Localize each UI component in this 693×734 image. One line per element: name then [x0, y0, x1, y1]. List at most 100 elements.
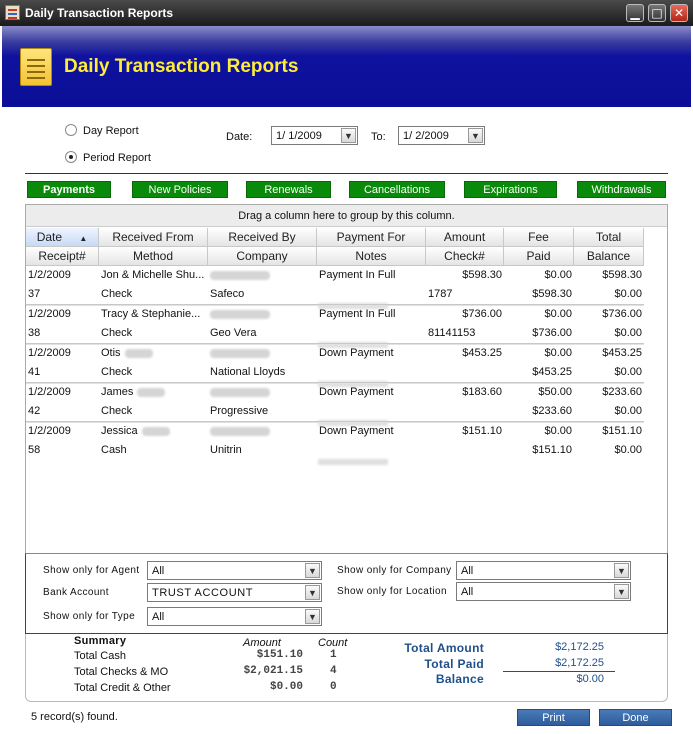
table-cell-check: [426, 402, 504, 421]
column-header-check[interactable]: Check#: [426, 247, 504, 266]
filter-panel: Show only for Agent All ▼ Bank Account T…: [25, 553, 668, 634]
tab-withdrawals[interactable]: Withdrawals: [577, 181, 666, 198]
table-cell-fee: $50.00: [504, 383, 574, 402]
done-button[interactable]: Done: [599, 709, 672, 726]
summary-label: Total Cash: [74, 650, 126, 662]
column-header-notes[interactable]: Notes: [317, 247, 426, 266]
chevron-down-icon[interactable]: ▼: [614, 584, 629, 599]
column-header-received-by[interactable]: Received By: [208, 228, 317, 247]
cell-text: Payment In Full: [319, 308, 396, 320]
column-header-date[interactable]: Date ▲: [26, 228, 99, 247]
table-row[interactable]: 1/2/2009 Tracy & Stephanie... Payment In F…: [26, 304, 644, 348]
table-cell-fee: $0.00: [504, 422, 574, 441]
table-cell-payment_for: Payment In Full: [317, 266, 426, 285]
table-cell-method: Check: [99, 285, 208, 304]
to-label: To:: [371, 131, 386, 143]
cell-text: $50.00: [538, 386, 572, 398]
cell-text: $0.00: [544, 347, 572, 359]
table-cell-by: [208, 383, 317, 402]
cell-text: $0.00: [614, 366, 642, 378]
summary-amount-header: Amount: [243, 637, 281, 649]
column-header-fee[interactable]: Fee: [504, 228, 574, 247]
redacted-agent: [210, 348, 270, 358]
table-cell-date: 1/2/2009: [26, 383, 99, 402]
table-cell-company: Progressive: [208, 402, 317, 421]
minimize-icon[interactable]: ▁: [626, 4, 644, 22]
location-filter-label: Show only for Location: [337, 586, 447, 597]
column-header-balance[interactable]: Balance: [574, 247, 644, 266]
cell-text: Payment In Full: [319, 269, 396, 281]
company-filter-select[interactable]: All ▼: [456, 561, 631, 580]
table-cell-receipt: 37: [26, 285, 99, 304]
agent-filter-value: All: [152, 565, 165, 577]
table-row[interactable]: 1/2/2009 Jessica Down Payment $151.10 $0.00 $…: [26, 421, 644, 465]
column-header-payment-for[interactable]: Payment For: [317, 228, 426, 247]
date-to-value: 1/ 2/2009: [403, 130, 449, 142]
table-cell-notes: [317, 363, 426, 382]
table-cell-balance: $0.00: [574, 363, 644, 382]
table-cell-paid: $151.10: [504, 441, 574, 460]
table-cell-payment_for: Down Payment: [317, 422, 426, 441]
cell-text: $0.00: [614, 405, 642, 417]
period-report-radio[interactable]: [65, 151, 77, 163]
window-title-bar[interactable]: Daily Transaction Reports ▁ □ ✕: [0, 0, 693, 26]
tab-new-policies[interactable]: New Policies: [132, 181, 228, 198]
table-cell-total: $598.30: [574, 266, 644, 285]
table-cell-date: 1/2/2009: [26, 344, 99, 363]
table-cell-amount: $183.60: [426, 383, 504, 402]
agent-filter-select[interactable]: All ▼: [147, 561, 322, 580]
cell-text: $453.25: [602, 347, 642, 359]
cell-text: $151.10: [532, 444, 572, 456]
cell-text: Jessica: [101, 425, 138, 437]
table-cell-paid: $598.30: [504, 285, 574, 304]
chevron-down-icon[interactable]: ▼: [305, 585, 320, 600]
period-report-label: Period Report: [83, 152, 151, 164]
tab-expirations[interactable]: Expirations: [464, 181, 557, 198]
location-filter-value: All: [461, 586, 474, 598]
print-button[interactable]: Print: [517, 709, 590, 726]
date-label: Date:: [226, 131, 253, 143]
group-by-hint[interactable]: Drag a column here to group by this colu…: [26, 205, 667, 227]
column-header-receipt[interactable]: Receipt#: [26, 247, 99, 266]
transactions-grid[interactable]: Drag a column here to group by this colu…: [25, 204, 668, 554]
chevron-down-icon[interactable]: ▼: [614, 563, 629, 578]
tab-renewals[interactable]: Renewals: [246, 181, 331, 198]
column-header-method[interactable]: Method: [99, 247, 208, 266]
cell-text: Check: [101, 288, 133, 300]
cell-text: $0.00: [614, 444, 642, 456]
close-icon[interactable]: ✕: [670, 4, 688, 22]
bank-account-label: Bank Account: [43, 587, 109, 598]
column-header-company[interactable]: Company: [208, 247, 317, 266]
summary-label: Total Checks & MO: [74, 666, 169, 678]
day-report-radio[interactable]: [65, 124, 77, 136]
cell-text: $151.10: [602, 425, 642, 437]
table-row[interactable]: 1/2/2009 Otis Down Payment $453.25 $0.00 $453…: [26, 343, 644, 387]
redacted-surname: [137, 387, 166, 397]
table-cell-amount: $453.25: [426, 344, 504, 363]
column-header-total[interactable]: Total: [574, 228, 644, 247]
table-cell-company: Geo Vera: [208, 324, 317, 343]
table-row[interactable]: 1/2/2009 Jon & Michelle Shu... Payment In …: [26, 266, 644, 309]
tab-cancellations[interactable]: Cancellations: [349, 181, 445, 198]
column-header-amount[interactable]: Amount: [426, 228, 504, 247]
location-filter-select[interactable]: All ▼: [456, 582, 631, 601]
cell-text: $598.30: [602, 269, 642, 281]
maximize-icon[interactable]: □: [648, 4, 666, 22]
type-filter-select[interactable]: All ▼: [147, 607, 322, 626]
balance-value: $0.00: [576, 673, 604, 685]
column-header-received-from[interactable]: Received From: [99, 228, 208, 247]
date-from-picker[interactable]: 1/ 1/2009 ▼: [271, 126, 358, 145]
date-to-picker[interactable]: 1/ 2/2009 ▼: [398, 126, 485, 145]
chevron-down-icon[interactable]: ▼: [341, 128, 356, 143]
table-row[interactable]: 1/2/2009 James Down Payment $183.60 $50.00 $2…: [26, 382, 644, 426]
chevron-down-icon[interactable]: ▼: [468, 128, 483, 143]
table-cell-method: Check: [99, 324, 208, 343]
day-report-label: Day Report: [83, 125, 139, 137]
table-cell-from: James: [99, 383, 208, 402]
tab-payments[interactable]: Payments: [27, 181, 111, 198]
chevron-down-icon[interactable]: ▼: [305, 609, 320, 624]
column-header-paid[interactable]: Paid: [504, 247, 574, 266]
chevron-down-icon[interactable]: ▼: [305, 563, 320, 578]
date-from-value: 1/ 1/2009: [276, 130, 322, 142]
bank-account-select[interactable]: TRUST ACCOUNT ▼: [147, 583, 322, 602]
